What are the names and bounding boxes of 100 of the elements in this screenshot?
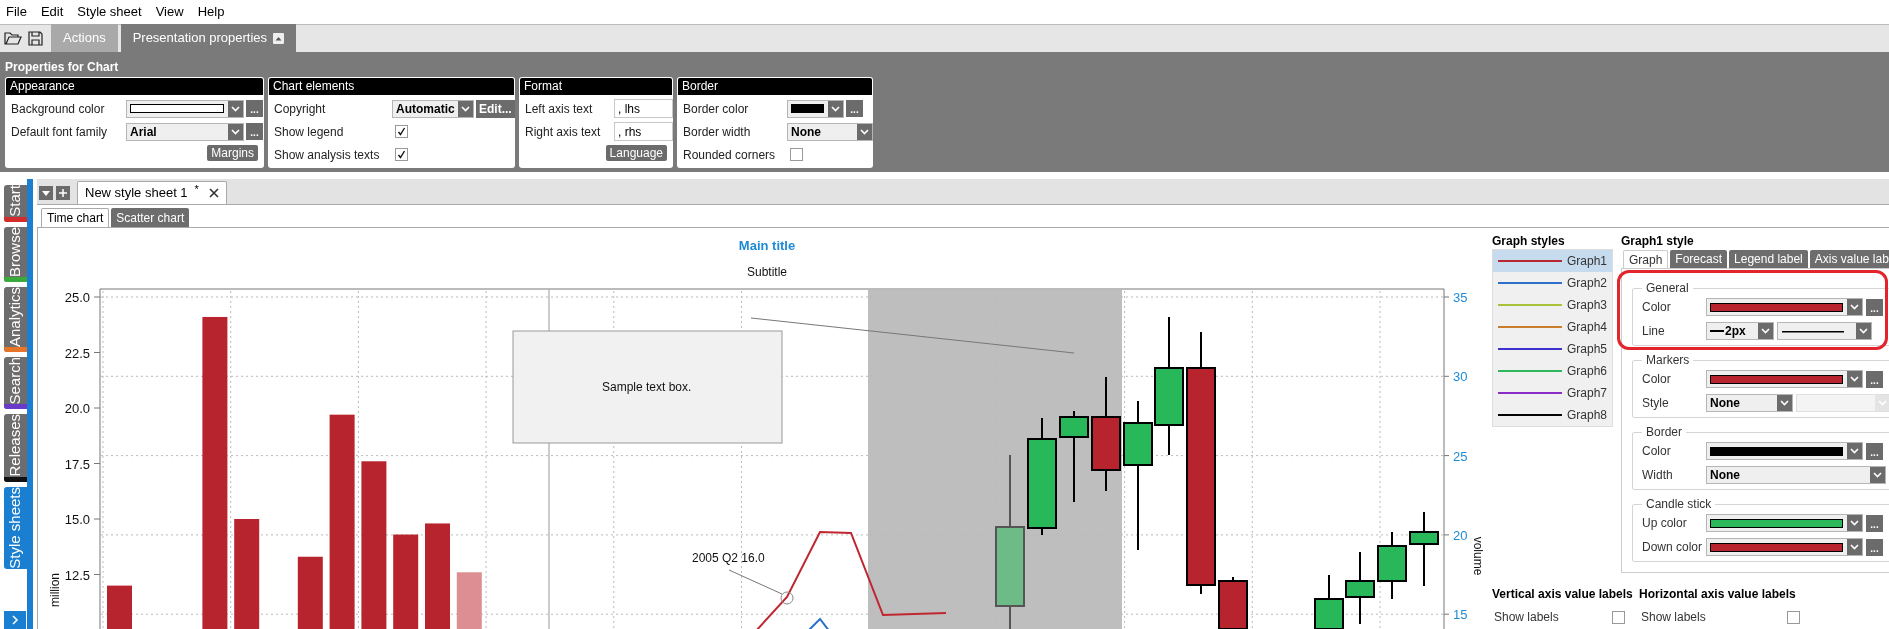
leader-line [728, 569, 783, 595]
style-tab[interactable]: Forecast [1670, 250, 1728, 268]
field-label: Color [1642, 299, 1672, 316]
y-tick-label: 22.5 [64, 345, 90, 361]
chart-subtitle: Subtitle [747, 265, 787, 279]
more-button[interactable]: ... [246, 123, 263, 140]
color-dropdown[interactable] [1706, 538, 1863, 556]
action-button[interactable]: Margins [207, 145, 258, 161]
line-style-dropdown[interactable] [1777, 322, 1872, 340]
solid-line-icon [1782, 329, 1844, 333]
bar [107, 585, 132, 629]
document-tab[interactable]: New style sheet 1 * [77, 181, 227, 204]
field-label: Copyright [274, 100, 327, 118]
y-tick-label: 17.5 [64, 456, 90, 472]
field-label: Left axis text [525, 100, 594, 118]
plus-icon [59, 189, 67, 197]
side-tab[interactable]: Style sheets [4, 486, 27, 569]
graph-style-item[interactable]: Graph1 [1493, 250, 1612, 272]
menu-item[interactable]: View [155, 2, 184, 22]
color-dropdown[interactable] [1706, 514, 1863, 532]
field-label: Show legend [274, 123, 345, 141]
chart-tab[interactable]: Time chart [41, 208, 110, 227]
style-tab[interactable]: Graph [1623, 250, 1669, 268]
menu-item[interactable]: Help [197, 2, 225, 22]
chevron-down-icon [1873, 472, 1882, 478]
dropdown[interactable]: None [1706, 466, 1886, 484]
y-axis-label: million [48, 573, 62, 607]
field-label: Color [1642, 443, 1672, 460]
more-button[interactable]: ... [1866, 538, 1883, 556]
chevron-down-icon [231, 128, 240, 135]
close-icon[interactable] [208, 188, 219, 198]
dropdown[interactable]: Arial [126, 122, 244, 141]
more-button[interactable]: ... [1866, 442, 1883, 460]
text-field[interactable]: , lhs [614, 99, 673, 118]
line-width-icon [1710, 329, 1724, 333]
color-dropdown[interactable] [126, 99, 244, 118]
field-label: Line [1642, 323, 1666, 340]
checkbox[interactable] [1612, 610, 1625, 624]
chevron-down-icon [1850, 448, 1859, 454]
field-label: Background color [11, 100, 106, 118]
right-tick-label: 20 [1453, 527, 1468, 543]
field-label: Down color [1642, 539, 1704, 556]
group-title: General [1645, 280, 1690, 297]
side-tab[interactable]: Search [4, 356, 27, 410]
ribbon-tab[interactable]: Presentation properties [120, 24, 297, 52]
right-tick-label: 30 [1453, 369, 1468, 385]
dropdown[interactable]: None [787, 122, 873, 141]
text-field[interactable]: , rhs [614, 122, 673, 141]
tab-list-button[interactable] [39, 186, 53, 200]
field-label: Default font family [11, 123, 109, 141]
field-label: Style [1642, 395, 1670, 412]
side-tab[interactable]: Releases [4, 414, 27, 482]
group-header: Format [520, 78, 672, 95]
check-icon [397, 150, 406, 159]
expand-button[interactable] [4, 611, 26, 629]
chevron-down-icon [1780, 400, 1789, 406]
edit-button[interactable]: Edit... [476, 99, 515, 118]
open-folder-icon[interactable] [4, 30, 22, 46]
side-tab[interactable]: Start [4, 185, 27, 222]
menu-item[interactable]: Style sheet [77, 2, 142, 22]
checkbox[interactable] [790, 148, 803, 161]
field-label: Rounded corners [683, 146, 777, 164]
collapse-icon [273, 32, 285, 44]
field-label: Show labels [1493, 609, 1559, 626]
side-tab[interactable]: Analytics [4, 286, 27, 352]
style-tab[interactable]: Axis value lab [1809, 250, 1889, 268]
save-icon[interactable] [28, 31, 43, 46]
menu-item[interactable]: File [6, 2, 27, 22]
more-button[interactable]: ... [1866, 298, 1883, 316]
forecast-bar [456, 572, 482, 629]
color-dropdown[interactable] [787, 99, 844, 118]
more-button[interactable]: ... [1866, 370, 1883, 388]
checkbox[interactable] [395, 125, 408, 138]
y-tick-label: 12.5 [64, 567, 90, 583]
color-dropdown[interactable] [1706, 442, 1863, 460]
dropdown[interactable]: 2px [1706, 322, 1774, 340]
group-title: Candle stick [1645, 496, 1713, 513]
color-dropdown[interactable] [1706, 298, 1863, 316]
style-tab[interactable]: Legend label [1729, 250, 1808, 268]
chevron-down-icon [1761, 328, 1770, 334]
checkbox[interactable] [395, 148, 408, 161]
new-tab-button[interactable] [56, 186, 70, 200]
chevron-down-icon [1850, 544, 1859, 550]
menu-item[interactable]: Edit [40, 2, 64, 22]
dropdown[interactable]: Automatic [392, 99, 474, 118]
y-tick-label: 20.0 [64, 401, 90, 416]
chart-tab[interactable]: Scatter chart [111, 208, 190, 227]
checkbox[interactable] [1787, 610, 1800, 624]
more-button[interactable]: ... [246, 100, 263, 117]
section-title: Vertical axis value labels [1492, 586, 1633, 603]
more-button[interactable]: ... [1866, 514, 1883, 532]
chevron-down-icon [831, 105, 840, 112]
action-button[interactable]: Language [605, 145, 667, 161]
group-header: Chart elements [269, 78, 514, 95]
right-tick-label: 25 [1453, 448, 1468, 464]
candlestick [1218, 576, 1248, 629]
color-dropdown[interactable] [1706, 370, 1863, 388]
dropdown[interactable]: None [1706, 394, 1793, 412]
more-button[interactable]: ... [846, 100, 863, 117]
side-tab[interactable]: Browse [4, 226, 27, 282]
